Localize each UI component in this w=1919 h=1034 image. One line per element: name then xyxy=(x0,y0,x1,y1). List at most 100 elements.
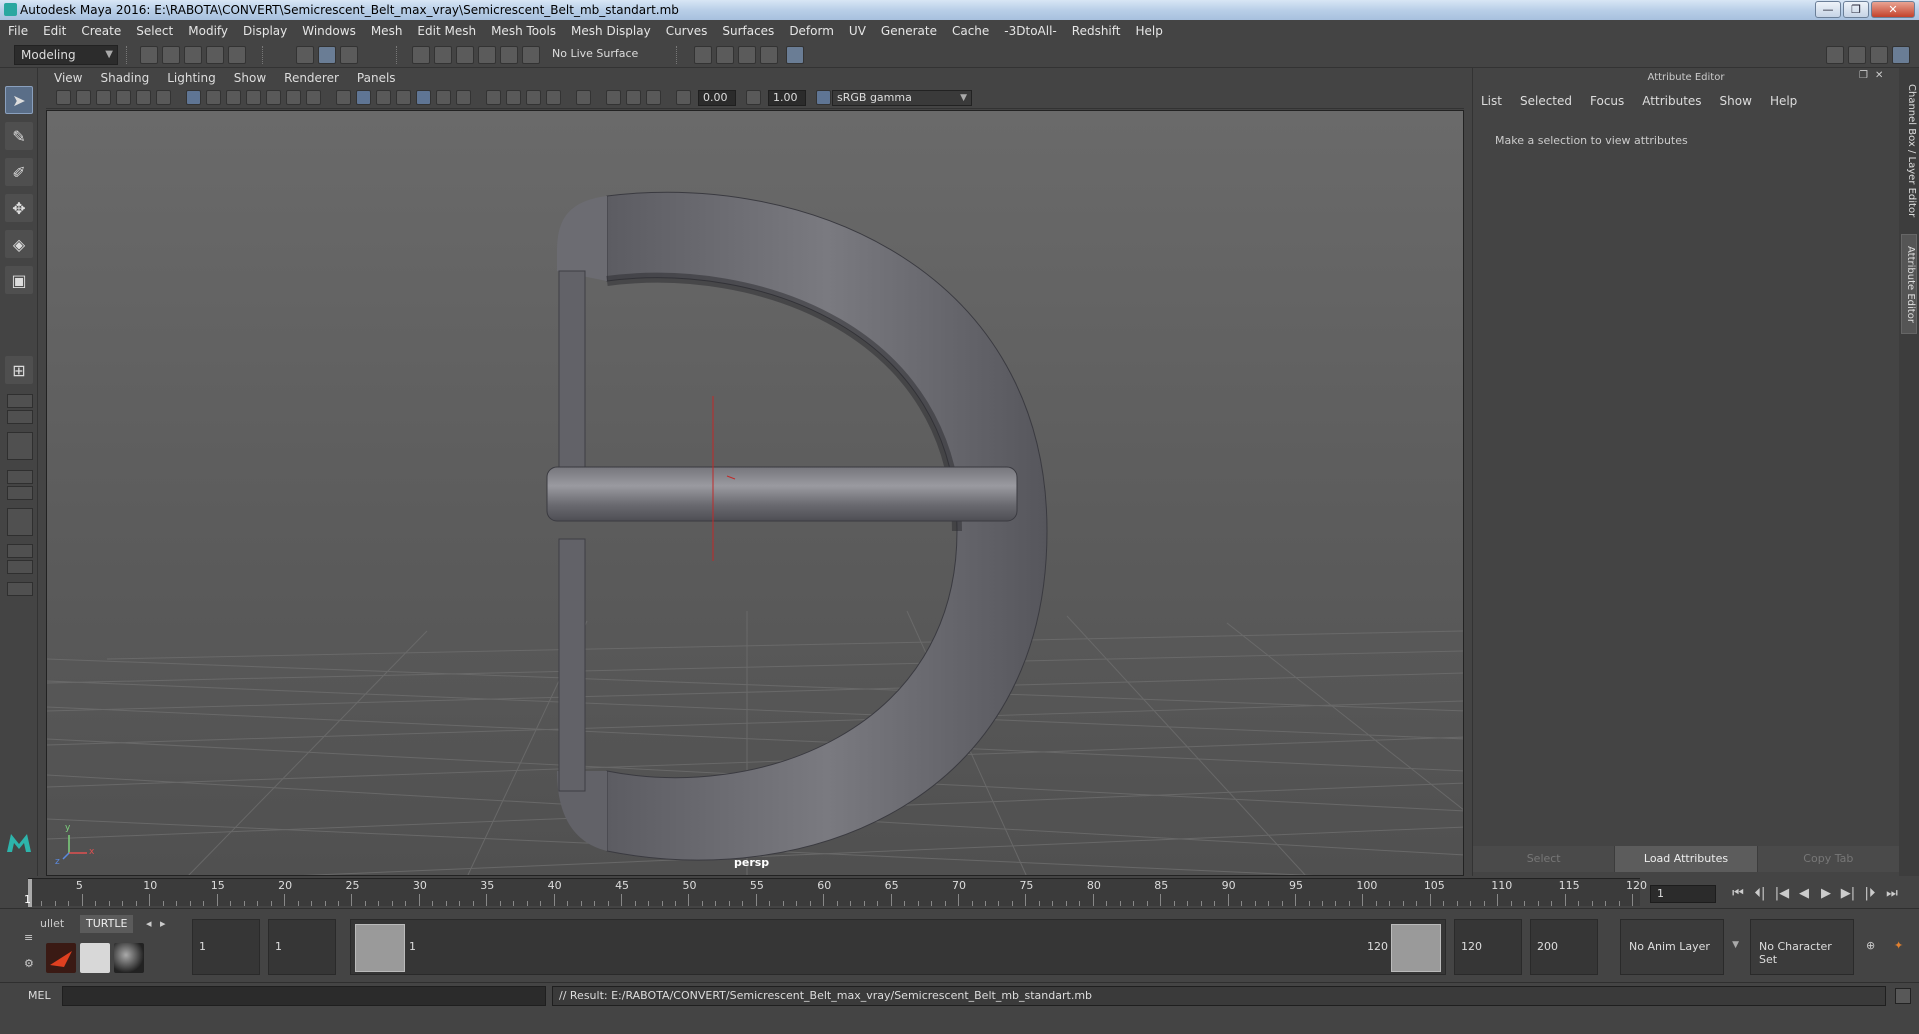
menu-help[interactable]: Help xyxy=(1135,24,1162,38)
time-slider[interactable]: 5 10 15 20 25 30 35 40 45 50 55 60 65 70 75 80 85 90 95 100… xyxy=(24,878,1647,907)
float-panel-icon[interactable]: ❐ xyxy=(1859,70,1871,82)
select-tool-arrow-icon[interactable]: ➤ xyxy=(5,86,33,114)
menu-mesh-tools[interactable]: Mesh Tools xyxy=(491,24,556,38)
menu-mesh-display[interactable]: Mesh Display xyxy=(571,24,651,38)
layout-custom-icon[interactable] xyxy=(7,582,33,596)
image-plane-icon[interactable] xyxy=(116,90,131,105)
tool-settings-icon[interactable] xyxy=(1870,46,1888,64)
command-input[interactable] xyxy=(62,986,546,1006)
field-chart-icon[interactable] xyxy=(266,90,281,105)
lasso-tool-icon[interactable]: ✎ xyxy=(5,122,33,150)
layout-hypershade-icon[interactable] xyxy=(7,544,33,558)
menu-curves[interactable]: Curves xyxy=(666,24,708,38)
motion-blur-icon[interactable] xyxy=(506,90,521,105)
ae-menu-attributes[interactable]: Attributes xyxy=(1642,94,1701,108)
turtle-sphere-icon[interactable] xyxy=(114,943,144,973)
range-start-handle[interactable] xyxy=(355,924,405,972)
select-hierarchy-icon[interactable] xyxy=(296,46,314,64)
viewport-menu-renderer[interactable]: Renderer xyxy=(284,71,339,85)
xray-icon[interactable] xyxy=(416,90,431,105)
grease-pencil-icon[interactable] xyxy=(156,90,171,105)
xray-joints-icon[interactable] xyxy=(606,90,621,105)
menu-modify[interactable]: Modify xyxy=(188,24,228,38)
tab-attribute-editor[interactable]: Attribute Editor xyxy=(1901,234,1917,334)
gate-mask-icon[interactable] xyxy=(246,90,261,105)
step-back-frame-icon[interactable]: ⏴| xyxy=(1750,884,1770,904)
step-forward-key-icon[interactable]: ▶| xyxy=(1838,884,1858,904)
range-end-handle[interactable] xyxy=(1391,924,1441,972)
exposure-field[interactable]: 0.00 xyxy=(698,90,736,106)
modeling-toolkit-icon[interactable] xyxy=(1826,46,1844,64)
live-surface-field[interactable]: No Live Surface xyxy=(552,47,638,60)
shelf-scroll-right-icon[interactable]: ▸ xyxy=(154,915,172,933)
layout-graph-icon[interactable] xyxy=(7,486,33,500)
gamma-icon[interactable] xyxy=(746,90,761,105)
safe-title-icon[interactable] xyxy=(306,90,321,105)
close-panel-icon[interactable]: ✕ xyxy=(1875,70,1887,82)
viewport-menu-shading[interactable]: Shading xyxy=(100,71,149,85)
ipr-render-icon[interactable] xyxy=(738,46,756,64)
menu-deform[interactable]: Deform xyxy=(789,24,834,38)
menu-display[interactable]: Display xyxy=(243,24,287,38)
render-current-icon[interactable] xyxy=(716,46,734,64)
smooth-shade-icon[interactable] xyxy=(356,90,371,105)
ae-menu-selected[interactable]: Selected xyxy=(1520,94,1572,108)
use-all-lights-icon[interactable] xyxy=(436,90,451,105)
shelf-tab-turtle[interactable]: TURTLE xyxy=(80,915,134,933)
auto-key-icon[interactable]: ⊕ xyxy=(1860,937,1881,955)
anti-aliasing-icon[interactable] xyxy=(526,90,541,105)
menu-select[interactable]: Select xyxy=(136,24,173,38)
snap-curve-icon[interactable] xyxy=(434,46,452,64)
ae-menu-list[interactable]: List xyxy=(1481,94,1502,108)
play-backwards-icon[interactable]: ◀ xyxy=(1794,884,1814,904)
script-language-toggle[interactable]: MEL xyxy=(28,989,51,1002)
gamma-field[interactable]: 1.00 xyxy=(768,90,806,106)
default-lighting-icon[interactable] xyxy=(376,90,391,105)
menu-set-selector[interactable]: Modeling ▼ xyxy=(14,45,118,65)
layout-four-view-icon[interactable] xyxy=(7,394,33,408)
layout-persp-outliner-icon[interactable] xyxy=(7,508,33,536)
menu-redshift[interactable]: Redshift xyxy=(1072,24,1121,38)
shelf-menu-icon[interactable]: ≡ xyxy=(18,929,39,947)
menu-windows[interactable]: Windows xyxy=(302,24,356,38)
load-attributes-button[interactable]: Load Attributes xyxy=(1615,846,1758,872)
select-object-icon[interactable] xyxy=(318,46,336,64)
menu-file[interactable]: File xyxy=(8,24,28,38)
select-component-icon[interactable] xyxy=(340,46,358,64)
soft-select-icon[interactable]: ⊞ xyxy=(5,356,33,384)
depth-of-field-icon[interactable] xyxy=(546,90,561,105)
viewport-menu-view[interactable]: View xyxy=(54,71,82,85)
rotate-tool-icon[interactable]: ◈ xyxy=(5,230,33,258)
tab-channel-box[interactable]: Channel Box / Layer Editor xyxy=(1901,76,1917,226)
layout-single-view-icon[interactable] xyxy=(7,410,33,424)
step-forward-frame-icon[interactable]: |⏵ xyxy=(1860,884,1880,904)
menu-edit[interactable]: Edit xyxy=(43,24,66,38)
range-end-field[interactable]: 120 xyxy=(1454,919,1522,975)
close-button[interactable]: ✕ xyxy=(1871,1,1915,18)
layout-two-view-icon[interactable] xyxy=(7,432,33,460)
snap-view-plane-icon[interactable] xyxy=(478,46,496,64)
shelf-settings-gear-icon[interactable]: ⚙ xyxy=(18,955,40,973)
camera-attributes-icon[interactable] xyxy=(76,90,91,105)
resolution-gate-icon[interactable] xyxy=(226,90,241,105)
copy-tab-button[interactable]: Copy Tab xyxy=(1757,846,1900,872)
move-tool-icon[interactable]: ✥ xyxy=(5,194,33,222)
go-to-start-icon[interactable]: ⏮ xyxy=(1728,884,1748,904)
ae-menu-show[interactable]: Show xyxy=(1720,94,1752,108)
open-scene-icon[interactable] xyxy=(162,46,180,64)
minimize-button[interactable]: — xyxy=(1815,1,1841,18)
color-management-icon[interactable] xyxy=(816,90,831,105)
play-forwards-icon[interactable]: ▶ xyxy=(1816,884,1836,904)
render-view-icon[interactable] xyxy=(694,46,712,64)
select-button[interactable]: Select xyxy=(1473,846,1616,872)
paint-select-tool-icon[interactable]: ✐ xyxy=(5,158,33,186)
current-frame-field[interactable]: 1 xyxy=(1650,885,1716,903)
shadows-icon[interactable] xyxy=(456,90,471,105)
snap-magnet-icon[interactable] xyxy=(522,46,540,64)
viewport-menu-lighting[interactable]: Lighting xyxy=(167,71,216,85)
wireframe-icon[interactable] xyxy=(336,90,351,105)
layout-outliner-icon[interactable] xyxy=(7,470,33,484)
shelf-tab-bullet[interactable]: ullet xyxy=(34,915,70,933)
exposure-icon[interactable] xyxy=(676,90,691,105)
film-gate-icon[interactable] xyxy=(206,90,221,105)
